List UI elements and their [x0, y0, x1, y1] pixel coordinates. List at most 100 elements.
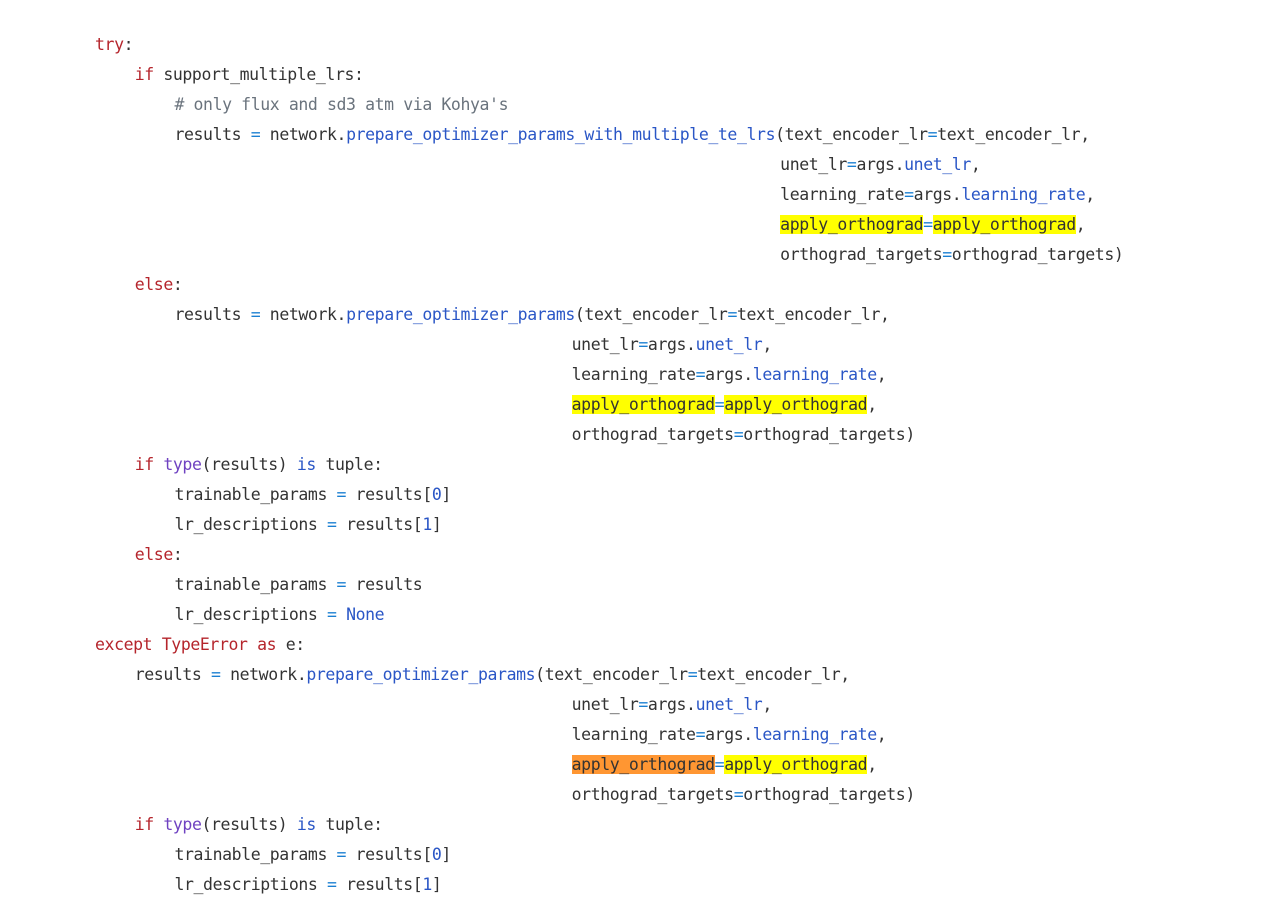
code-token: (text_encoder_lr [775, 125, 928, 144]
code-token: = [714, 755, 725, 774]
code-line: results = network.prepare_optimizer_para… [0, 300, 1281, 330]
code-token: is [296, 455, 316, 474]
code-token: , [1085, 185, 1095, 204]
code-token: = [923, 215, 933, 234]
code-line: unet_lr=args.unet_lr, [0, 330, 1281, 360]
code-line: trainable_params = results[0] [0, 840, 1281, 870]
code-token: results[ [346, 845, 433, 864]
code-line: apply_orthograd=apply_orthograd, [0, 390, 1281, 420]
code-token: lr_descriptions [174, 515, 327, 534]
code-token: tuple: [315, 815, 383, 834]
code-token: 1 [422, 515, 432, 534]
code-token: ] [431, 875, 442, 894]
code-token: trainable_params [174, 575, 337, 594]
code-token: = [326, 605, 337, 624]
search-highlight: apply_orthograd [571, 395, 715, 414]
code-token: results [346, 575, 423, 594]
code-token: text_encoder_lr, [736, 305, 890, 324]
code-line: lr_descriptions = None [0, 600, 1281, 630]
code-token: if [134, 815, 154, 834]
code-token: , [970, 155, 981, 174]
code-token: 0 [431, 485, 442, 504]
code-token: type [163, 815, 202, 834]
code-token: = [904, 185, 914, 204]
code-token: unet_lr [695, 695, 763, 714]
code-token: if [134, 455, 154, 474]
code-token: tuple: [315, 455, 383, 474]
code-line: learning_rate=args.learning_rate, [0, 360, 1281, 390]
code-token: = [927, 125, 938, 144]
code-line: apply_orthograd=apply_orthograd, [0, 750, 1281, 780]
code-line: results = network.prepare_optimizer_para… [0, 120, 1281, 150]
code-token: orthograd_targets [780, 245, 943, 264]
code-token: , [867, 755, 877, 774]
code-line: learning_rate=args.learning_rate, [0, 720, 1281, 750]
code-token: trainable_params [174, 845, 337, 864]
code-token: , [876, 725, 887, 744]
code-line: lr_descriptions = results[1] [0, 510, 1281, 540]
code-line: if support_multiple_lrs: [0, 60, 1281, 90]
code-token: : [123, 35, 134, 54]
code-line: if type(results) is tuple: [0, 450, 1281, 480]
code-token: 0 [431, 845, 442, 864]
code-token: as [257, 635, 277, 654]
search-highlight: apply_orthograd [724, 755, 868, 774]
search-highlight: apply_orthograd [780, 215, 924, 234]
code-line: apply_orthograd=apply_orthograd, [0, 210, 1281, 240]
code-line: try: [0, 30, 1281, 60]
code-token: results[ [346, 485, 433, 504]
code-token: else [134, 545, 174, 564]
code-token: = [727, 305, 737, 324]
code-token: , [762, 335, 772, 354]
code-token: results [174, 125, 251, 144]
code-token: text_encoder_lr, [937, 125, 1090, 144]
code-token: prepare_optimizer_params [346, 305, 575, 324]
code-token: if [134, 65, 154, 84]
code-line: orthograd_targets=orthograd_targets) [0, 240, 1281, 270]
code-line: else: [0, 270, 1281, 300]
code-token: = [326, 515, 337, 534]
code-token: , [876, 365, 887, 384]
code-token: unet_lr [571, 335, 639, 354]
code-token: ] [441, 485, 451, 504]
code-token: except [95, 635, 153, 654]
code-token: trainable_params [174, 485, 337, 504]
code-line: orthograd_targets=orthograd_targets) [0, 780, 1281, 810]
search-highlight: apply_orthograd [932, 215, 1076, 234]
code-token: TypeError [161, 635, 248, 654]
code-token: = [326, 875, 337, 894]
code-token: = [695, 725, 706, 744]
code-token: results [134, 665, 211, 684]
code-token: (text_encoder_lr [574, 305, 728, 324]
code-token: ] [441, 845, 451, 864]
code-token: = [695, 365, 706, 384]
code-token: None [346, 605, 385, 624]
code-token: = [942, 245, 952, 264]
code-line: results = network.prepare_optimizer_para… [0, 660, 1281, 690]
code-token: orthograd_targets [571, 785, 734, 804]
code-token: (text_encoder_lr [535, 665, 688, 684]
code-token: = [638, 335, 648, 354]
code-line: if type(results) is tuple: [0, 810, 1281, 840]
code-token: # only flux and sd3 atm via Kohya's [174, 95, 509, 114]
code-token: = [336, 575, 347, 594]
code-token: = [714, 395, 725, 414]
code-token: = [733, 425, 744, 444]
code-line: trainable_params = results[0] [0, 480, 1281, 510]
code-token: learning_rate [961, 185, 1086, 204]
code-token: (results) [201, 815, 297, 834]
code-token: type [163, 455, 202, 474]
code-token: network. [260, 125, 347, 144]
code-token: (results) [201, 455, 297, 474]
code-token: args. [647, 695, 696, 714]
code-token: prepare_optimizer_params_with_multiple_t… [346, 125, 776, 144]
code-token: , [1075, 215, 1086, 234]
code-token: learning_rate [752, 725, 877, 744]
code-token: = [733, 785, 744, 804]
code-token: results[ [336, 875, 423, 894]
code-token: learning_rate [752, 365, 877, 384]
code-line: # only flux and sd3 atm via Kohya's [0, 90, 1281, 120]
